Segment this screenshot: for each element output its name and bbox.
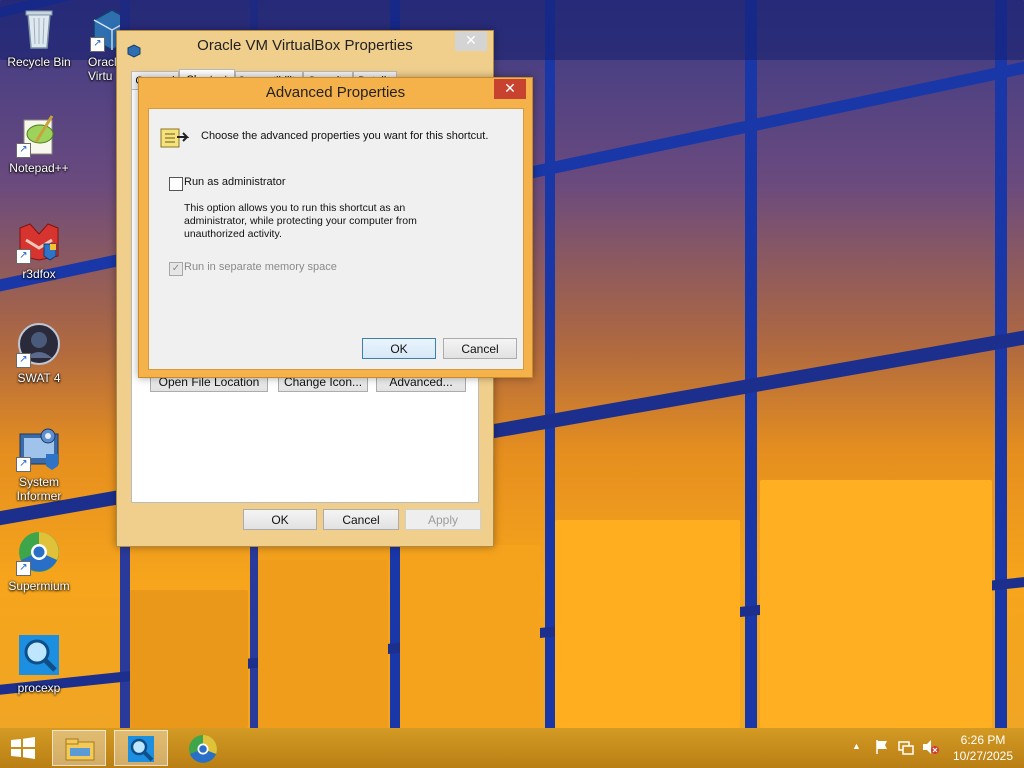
desktop-icon-virtualbox[interactable]: ↗ Oracl Virtu bbox=[76, 6, 120, 83]
system-informer-icon: ↗ bbox=[16, 426, 62, 472]
shortcut-arrow-icon: ↗ bbox=[16, 249, 31, 264]
desktop-icon-label: SWAT 4 bbox=[17, 371, 61, 385]
shortcut-properties-icon bbox=[159, 125, 190, 149]
recycle-bin-icon bbox=[16, 6, 62, 52]
notepadpp-icon: ↗ bbox=[16, 112, 62, 158]
desktop-icon-label: Recycle Bin bbox=[7, 55, 71, 69]
start-button[interactable] bbox=[8, 736, 38, 760]
run-as-admin-description: This option allows you to run this short… bbox=[184, 202, 417, 240]
desktop-icon-recycle-bin[interactable]: Recycle Bin bbox=[1, 6, 77, 69]
desktop-icon-label: Notepad++ bbox=[9, 161, 69, 175]
close-button[interactable]: ✕ bbox=[494, 79, 526, 99]
shortcut-arrow-icon: ↗ bbox=[16, 143, 31, 158]
desktop-icon-system-informer[interactable]: ↗ System Informer bbox=[1, 426, 77, 503]
cancel-button[interactable]: Cancel bbox=[443, 338, 517, 359]
taskbar-procexp[interactable] bbox=[114, 730, 168, 766]
properties-window-titlebar[interactable]: Oracle VM VirtualBox Properties ✕ bbox=[117, 31, 493, 61]
desktop-icon-procexp[interactable]: procexp bbox=[1, 632, 77, 695]
shortcut-arrow-icon: ↗ bbox=[16, 353, 31, 368]
window-title: Oracle VM VirtualBox Properties bbox=[197, 37, 413, 54]
run-as-admin-checkbox[interactable] bbox=[169, 177, 183, 191]
taskbar-file-explorer[interactable] bbox=[52, 730, 106, 766]
clock-time: 6:26 PM bbox=[960, 733, 1006, 747]
shortcut-arrow-icon: ↗ bbox=[16, 457, 31, 472]
procexp-icon bbox=[127, 735, 155, 766]
apply-button[interactable]: Apply bbox=[405, 509, 481, 530]
separate-memory-label: Run in separate memory space bbox=[184, 261, 337, 273]
procexp-icon bbox=[16, 632, 62, 678]
ok-button[interactable]: OK bbox=[362, 338, 436, 359]
taskbar-supermium[interactable] bbox=[176, 730, 230, 766]
desktop-icon-label: r3dfox bbox=[22, 267, 56, 281]
header-text: Choose the advanced properties you want … bbox=[201, 130, 489, 142]
clock[interactable]: 6:26 PM 10/27/2025 bbox=[948, 732, 1018, 764]
advanced-dialog-titlebar[interactable]: Advanced Properties ✕ bbox=[139, 78, 532, 108]
supermium-icon bbox=[188, 734, 218, 767]
desktop-icon-label: Supermium bbox=[8, 579, 70, 593]
taskbar: ▲ 6:26 PM 10/27/2025 bbox=[0, 728, 1024, 768]
desktop-icon-label: System Informer bbox=[16, 475, 62, 503]
close-button[interactable]: ✕ bbox=[455, 31, 487, 51]
swat4-icon: ↗ bbox=[16, 322, 62, 368]
virtualbox-app-icon bbox=[127, 39, 141, 58]
action-center-flag-icon[interactable] bbox=[874, 739, 890, 758]
file-explorer-icon bbox=[64, 736, 96, 765]
r3dfox-icon: ↗ bbox=[16, 218, 62, 264]
system-tray: ▲ 6:26 PM 10/27/2025 bbox=[848, 728, 1024, 768]
clock-date: 10/27/2025 bbox=[952, 749, 1014, 763]
separate-memory-checkbox[interactable]: ✓ bbox=[169, 262, 183, 276]
run-as-admin-label[interactable]: Run as administrator bbox=[184, 176, 286, 188]
dialog-title: Advanced Properties bbox=[265, 84, 406, 101]
dialog-body: Choose the advanced properties you want … bbox=[148, 108, 524, 370]
desktop-icon-notepadpp[interactable]: ↗ Notepad++ bbox=[1, 112, 77, 175]
desktop-icon-supermium[interactable]: ↗ Supermium bbox=[1, 530, 77, 593]
desktop-icon-label: procexp bbox=[17, 681, 61, 695]
shortcut-arrow-icon: ↗ bbox=[16, 561, 31, 576]
cancel-button[interactable]: Cancel bbox=[323, 509, 399, 530]
volume-muted-icon[interactable] bbox=[922, 739, 940, 758]
advanced-properties-dialog[interactable]: Advanced Properties ✕ Choose the advance… bbox=[138, 77, 533, 378]
desktop-icon-label: Oracl Virtu bbox=[88, 55, 117, 83]
shortcut-arrow-icon: ↗ bbox=[90, 37, 105, 52]
windows-logo-icon bbox=[8, 737, 38, 763]
desktop-icon-swat4[interactable]: ↗ SWAT 4 bbox=[1, 322, 77, 385]
network-icon[interactable] bbox=[898, 739, 914, 758]
ok-button[interactable]: OK bbox=[243, 509, 317, 530]
show-hidden-icons-chevron-up-icon[interactable]: ▲ bbox=[852, 741, 861, 751]
supermium-icon: ↗ bbox=[16, 530, 62, 576]
desktop-icon-r3dfox[interactable]: ↗ r3dfox bbox=[1, 218, 77, 281]
